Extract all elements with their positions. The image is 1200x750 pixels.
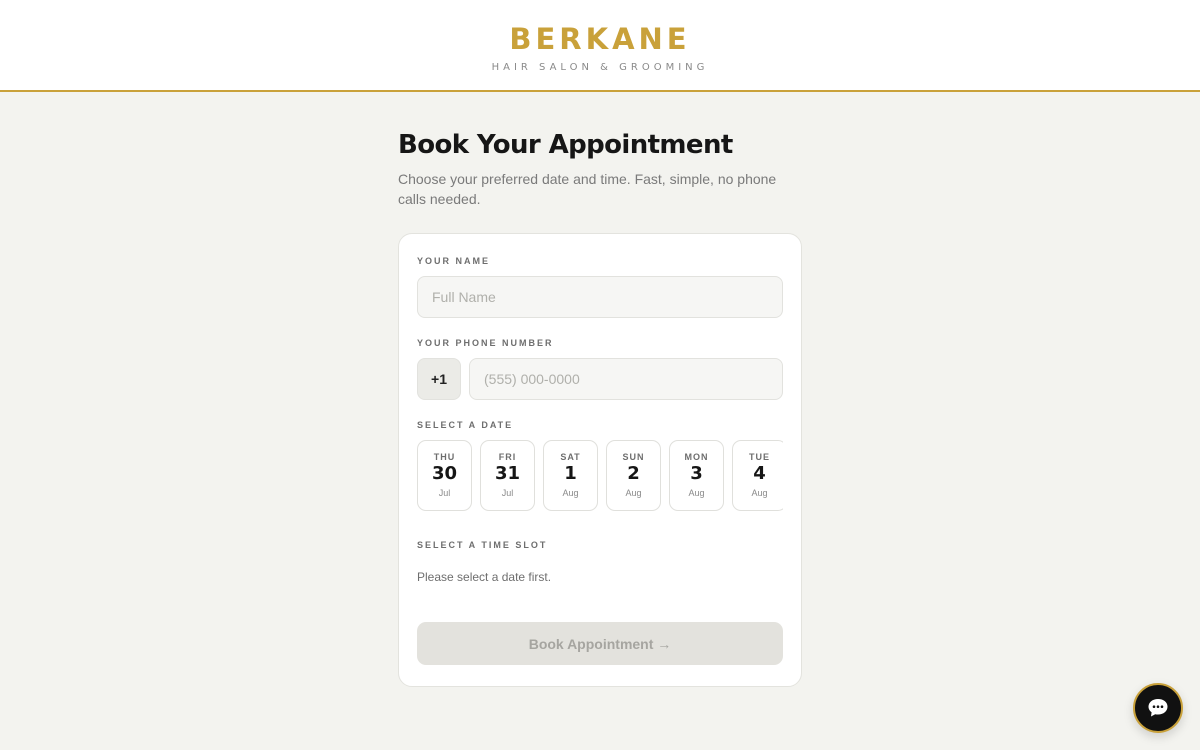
date-picker-strip[interactable]: THU 30 Jul FRI 31 Jul SAT 1 Aug SUN 2 Au… (417, 440, 783, 512)
full-name-input[interactable] (417, 276, 783, 318)
date-chip[interactable]: MON 3 Aug (669, 440, 724, 511)
date-chip-day: 31 (494, 463, 521, 484)
date-chip-weekday: MON (684, 452, 709, 462)
date-chip-month: Aug (625, 488, 642, 498)
phone-number-input[interactable] (469, 358, 783, 400)
date-chip-month: Jul (438, 488, 451, 498)
date-chip-day: 4 (753, 463, 766, 484)
site-header: BERKANE HAIR SALON & GROOMING (0, 0, 1200, 92)
date-chip-day: 2 (627, 463, 640, 484)
book-appointment-button[interactable]: Book Appointment → (417, 622, 783, 665)
date-chip[interactable]: TUE 4 Aug (732, 440, 783, 511)
date-chip-weekday: SUN (622, 452, 645, 462)
page-subtitle: Choose your preferred date and time. Fas… (398, 171, 777, 207)
date-chip-day: 3 (690, 463, 703, 484)
chat-button[interactable] (1133, 683, 1183, 733)
date-chip-day: 1 (564, 463, 577, 484)
booking-form-card: YOUR NAME YOUR PHONE NUMBER +1 SELECT A … (398, 233, 802, 687)
date-chip[interactable]: SUN 2 Aug (606, 440, 661, 511)
date-chip[interactable]: FRI 31 Jul (480, 440, 535, 511)
page-title: Book Your Appointment (398, 130, 733, 160)
phone-row: +1 (417, 358, 783, 400)
country-code-selector[interactable]: +1 (417, 358, 461, 400)
booking-section: Book Your Appointment Choose your prefer… (398, 130, 802, 687)
date-chip-month: Aug (688, 488, 705, 498)
time-slot-label: SELECT A TIME SLOT (417, 540, 548, 550)
date-chip-weekday: THU (433, 452, 456, 462)
phone-label: YOUR PHONE NUMBER (417, 338, 554, 348)
date-chip-month: Aug (562, 488, 579, 498)
date-chip-weekday: TUE (749, 452, 770, 462)
name-label: YOUR NAME (417, 256, 491, 266)
date-chip-weekday: FRI (498, 452, 517, 462)
date-label: SELECT A DATE (417, 420, 514, 430)
date-chip[interactable]: THU 30 Jul (417, 440, 472, 511)
time-slot-hint: Please select a date first. (417, 570, 552, 584)
brand-logo[interactable]: BERKANE (509, 22, 690, 56)
date-chip-month: Jul (501, 488, 514, 498)
date-chip-weekday: SAT (560, 452, 581, 462)
chat-bubble-icon (1148, 699, 1168, 717)
date-chip-day: 30 (431, 463, 458, 484)
date-chip-month: Aug (751, 488, 768, 498)
date-chip[interactable]: SAT 1 Aug (543, 440, 598, 511)
brand-tagline: HAIR SALON & GROOMING (491, 61, 709, 73)
